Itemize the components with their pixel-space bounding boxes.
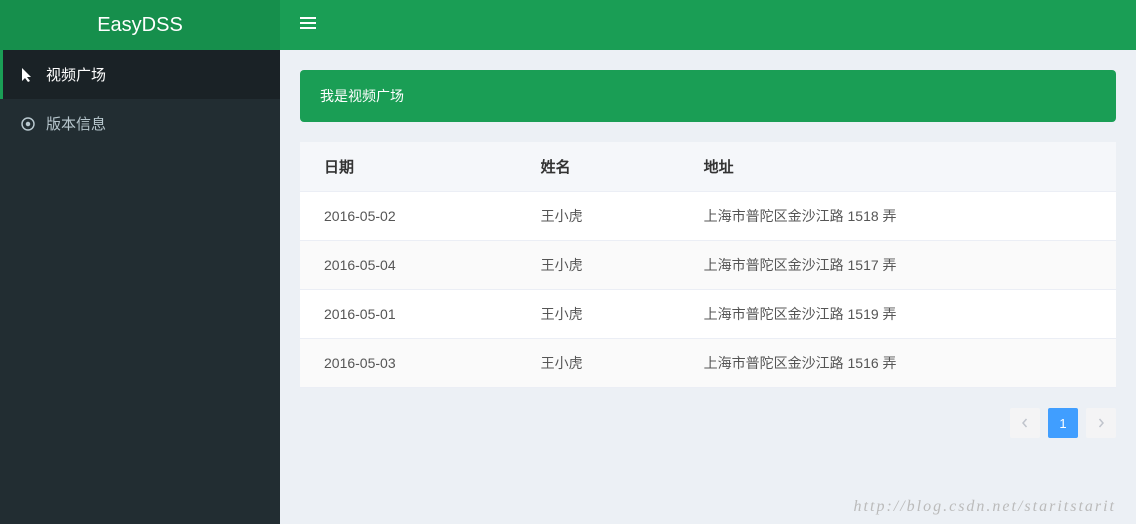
banner-text: 我是视频广场 (320, 88, 404, 104)
cell-date: 2016-05-02 (300, 192, 517, 241)
cell-address: 上海市普陀区金沙江路 1516 弄 (680, 339, 1116, 388)
chevron-right-icon (1096, 418, 1106, 428)
cell-date: 2016-05-04 (300, 241, 517, 290)
cell-address: 上海市普陀区金沙江路 1519 弄 (680, 290, 1116, 339)
table-header-row: 日期 姓名 地址 (300, 142, 1116, 192)
cell-name: 王小虎 (517, 192, 680, 241)
header: EasyDSS (0, 0, 1136, 50)
toolbar (280, 0, 1136, 50)
sidebar-item-label: 版本信息 (46, 113, 106, 134)
chevron-left-icon (1020, 418, 1030, 428)
cell-address: 上海市普陀区金沙江路 1518 弄 (680, 192, 1116, 241)
logo: EasyDSS (0, 0, 280, 50)
table-row: 2016-05-03 王小虎 上海市普陀区金沙江路 1516 弄 (300, 339, 1116, 388)
table-row: 2016-05-01 王小虎 上海市普陀区金沙江路 1519 弄 (300, 290, 1116, 339)
cell-name: 王小虎 (517, 290, 680, 339)
table-container: 日期 姓名 地址 2016-05-02 王小虎 上海市普陀区金沙江路 1518 … (300, 142, 1116, 388)
sidebar-item-label: 视频广场 (46, 64, 106, 85)
sidebar-item-video-square[interactable]: 视频广场 (0, 50, 280, 99)
column-header-name: 姓名 (517, 142, 680, 192)
column-header-address: 地址 (680, 142, 1116, 192)
menu-toggle-button[interactable] (300, 15, 316, 36)
page-number-label: 1 (1059, 416, 1066, 431)
logo-text: EasyDSS (97, 14, 183, 37)
hamburger-icon (300, 15, 316, 31)
sidebar-item-version-info[interactable]: 版本信息 (0, 99, 280, 148)
data-table: 日期 姓名 地址 2016-05-02 王小虎 上海市普陀区金沙江路 1518 … (300, 142, 1116, 388)
table-row: 2016-05-04 王小虎 上海市普陀区金沙江路 1517 弄 (300, 241, 1116, 290)
pagination: 1 (300, 408, 1116, 438)
main-content: 我是视频广场 日期 姓名 地址 2016-05-02 王小虎 上海市普陀区金沙江… (280, 50, 1136, 524)
cell-date: 2016-05-01 (300, 290, 517, 339)
column-header-date: 日期 (300, 142, 517, 192)
page-banner: 我是视频广场 (300, 70, 1116, 122)
sidebar: 视频广场 版本信息 (0, 50, 280, 524)
table-row: 2016-05-02 王小虎 上海市普陀区金沙江路 1518 弄 (300, 192, 1116, 241)
cell-date: 2016-05-03 (300, 339, 517, 388)
cell-name: 王小虎 (517, 241, 680, 290)
page-number-button[interactable]: 1 (1048, 408, 1078, 438)
circle-dot-icon (20, 116, 36, 132)
page-prev-button[interactable] (1010, 408, 1040, 438)
cell-name: 王小虎 (517, 339, 680, 388)
cursor-icon (20, 67, 36, 83)
cell-address: 上海市普陀区金沙江路 1517 弄 (680, 241, 1116, 290)
page-next-button[interactable] (1086, 408, 1116, 438)
